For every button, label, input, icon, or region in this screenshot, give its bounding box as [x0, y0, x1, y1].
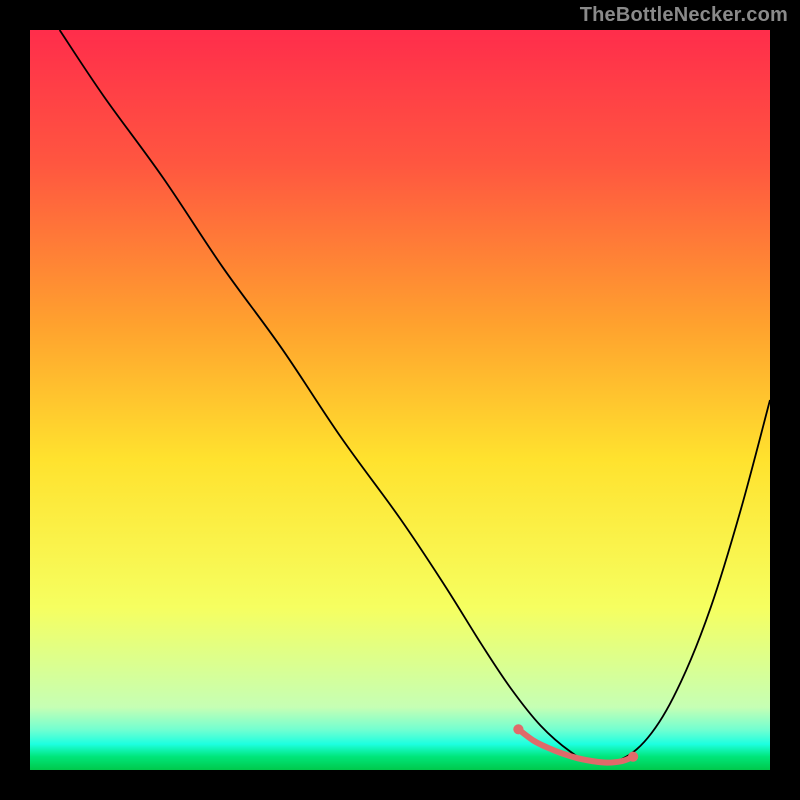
plot-area [30, 30, 770, 770]
attribution-text: TheBottleNecker.com [580, 4, 788, 27]
highlight-endpoint [628, 752, 638, 762]
highlight-endpoint [513, 724, 523, 734]
chart-stage: TheBottleNecker.com [0, 0, 800, 800]
chart-svg [30, 30, 770, 770]
gradient-background [30, 30, 770, 770]
